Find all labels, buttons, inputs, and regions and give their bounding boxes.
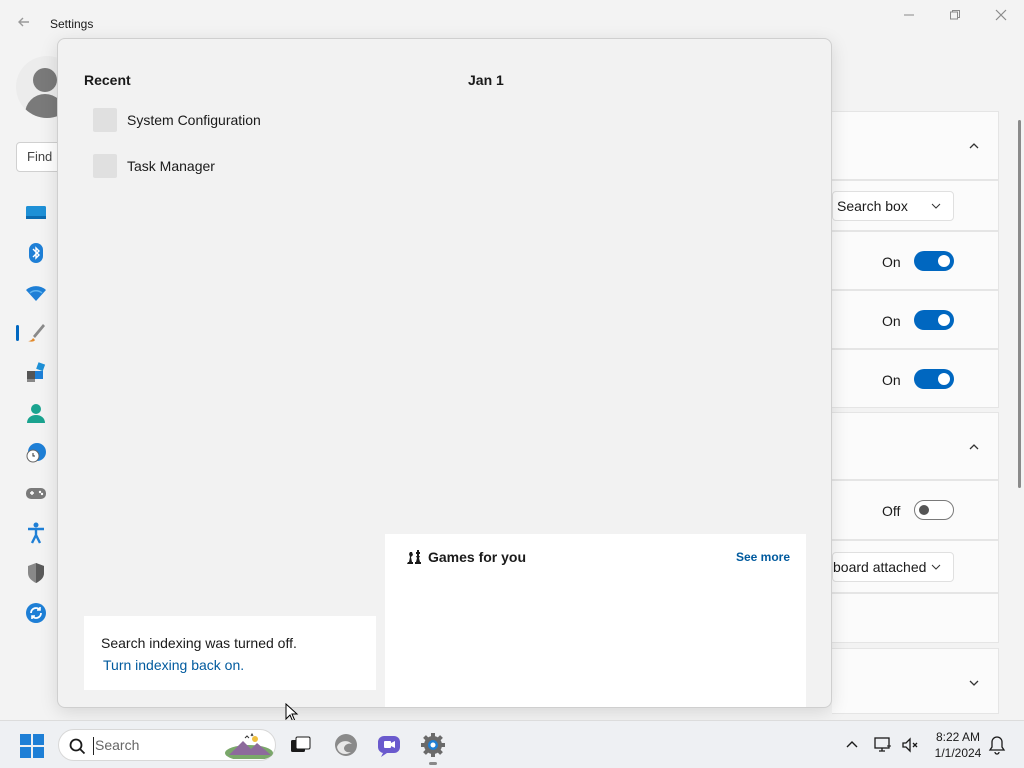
date-heading: Jan 1 bbox=[468, 72, 504, 88]
text-caret bbox=[93, 737, 94, 755]
indexing-notice: Search indexing was turned off. Turn ind… bbox=[84, 616, 376, 690]
toggle-switch[interactable] bbox=[914, 310, 954, 330]
app-placeholder-icon bbox=[93, 108, 117, 132]
clock-time: 8:22 AM bbox=[935, 730, 981, 744]
turn-indexing-on-link[interactable]: Turn indexing back on. bbox=[103, 657, 244, 673]
edge-browser-icon[interactable] bbox=[332, 731, 360, 759]
settings-card-2-header[interactable] bbox=[832, 412, 999, 480]
dropdown-value: board attached bbox=[833, 559, 927, 575]
search-placeholder: Search bbox=[95, 737, 140, 753]
settings-card-3-header[interactable] bbox=[832, 648, 999, 714]
toggle-state-label: On bbox=[882, 254, 901, 270]
chevron-up-tray-icon[interactable] bbox=[842, 735, 862, 755]
bluetooth-icon[interactable] bbox=[24, 241, 48, 265]
settings-row-toggle-1: On bbox=[832, 231, 999, 290]
notification-bell-icon[interactable] bbox=[988, 735, 1006, 755]
accessibility-icon[interactable] bbox=[24, 521, 48, 545]
window-title: Settings bbox=[50, 17, 94, 31]
keyboard-dropdown[interactable]: board attached bbox=[832, 552, 954, 582]
wifi-icon[interactable] bbox=[24, 281, 48, 305]
settings-row-toggle-4: Off bbox=[832, 480, 999, 540]
see-more-link[interactable]: See more bbox=[736, 550, 790, 564]
volume-muted-icon[interactable] bbox=[900, 735, 920, 755]
back-arrow-icon[interactable] bbox=[14, 14, 34, 34]
games-card: Games for you See more bbox=[385, 534, 806, 707]
app-placeholder-icon bbox=[93, 154, 117, 178]
toggle-state-label: On bbox=[882, 372, 901, 388]
clock[interactable]: 8:22 AM 1/1/2024 bbox=[928, 729, 988, 761]
search-flyout: Recent Jan 1 System Configuration Task M… bbox=[57, 38, 832, 708]
recent-item-label: System Configuration bbox=[127, 112, 261, 128]
find-placeholder: Find bbox=[27, 149, 53, 164]
task-view-icon[interactable] bbox=[286, 731, 314, 759]
settings-row-dropdown: Search box bbox=[832, 180, 999, 231]
settings-row-toggle-3: On bbox=[832, 349, 999, 408]
windows-start-icon[interactable] bbox=[19, 733, 45, 759]
settings-row-dropdown-2: board attached bbox=[832, 540, 999, 593]
taskbar: Search 8:22 AM 1/1/2024 bbox=[0, 720, 1024, 768]
chevron-down-icon bbox=[931, 564, 941, 570]
personalization-brush-icon[interactable] bbox=[24, 321, 48, 345]
dropdown-value: Search box bbox=[837, 198, 908, 214]
chevron-up-icon[interactable] bbox=[968, 441, 980, 453]
minimize-icon[interactable] bbox=[894, 8, 924, 26]
clock-date: 1/1/2024 bbox=[934, 746, 982, 760]
chess-pieces-icon bbox=[407, 550, 421, 564]
settings-row-empty bbox=[832, 593, 999, 643]
settings-gear-icon[interactable] bbox=[419, 731, 447, 759]
teams-chat-icon[interactable] bbox=[375, 731, 403, 759]
toggle-switch[interactable] bbox=[914, 251, 954, 271]
taskbar-search-input[interactable]: Search bbox=[58, 729, 276, 761]
search-icon bbox=[69, 738, 86, 755]
recent-heading: Recent bbox=[84, 72, 131, 88]
search-highlight-landscape-icon bbox=[225, 733, 273, 759]
windows-update-icon[interactable] bbox=[24, 601, 48, 625]
scrollbar[interactable] bbox=[1018, 120, 1021, 488]
network-icon[interactable] bbox=[873, 735, 893, 755]
recent-item-label: Task Manager bbox=[127, 158, 215, 174]
games-title: Games for you bbox=[428, 549, 527, 565]
close-icon[interactable] bbox=[986, 8, 1016, 26]
chevron-up-icon[interactable] bbox=[968, 140, 980, 152]
settings-row-toggle-2: On bbox=[832, 290, 999, 349]
restore-icon[interactable] bbox=[940, 8, 970, 26]
chevron-down-icon bbox=[931, 203, 941, 209]
apps-icon[interactable] bbox=[24, 361, 48, 385]
privacy-shield-icon[interactable] bbox=[24, 561, 48, 585]
indexing-message: Search indexing was turned off. bbox=[101, 635, 297, 651]
accounts-icon[interactable] bbox=[24, 401, 48, 425]
settings-card-1-header[interactable] bbox=[832, 111, 999, 180]
toggle-state-label: On bbox=[882, 313, 901, 329]
time-language-icon[interactable] bbox=[24, 441, 48, 465]
search-box-dropdown[interactable]: Search box bbox=[832, 191, 954, 221]
chevron-down-icon[interactable] bbox=[968, 677, 980, 689]
toggle-switch[interactable] bbox=[914, 500, 954, 520]
system-icon[interactable] bbox=[24, 201, 48, 225]
toggle-switch[interactable] bbox=[914, 369, 954, 389]
toggle-state-label: Off bbox=[882, 503, 901, 519]
gaming-icon[interactable] bbox=[24, 481, 48, 505]
active-app-indicator bbox=[429, 762, 437, 765]
nav-selection-indicator bbox=[16, 325, 19, 341]
